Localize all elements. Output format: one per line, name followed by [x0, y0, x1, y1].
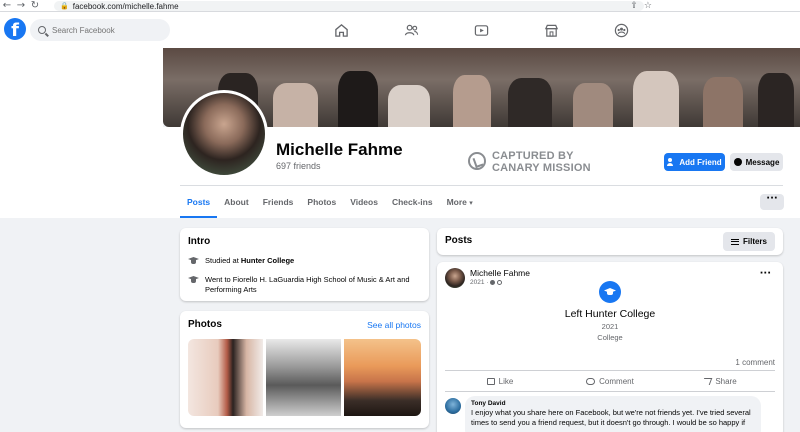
nav-friends[interactable] — [376, 20, 446, 40]
profile-name: Michelle Fahme — [276, 140, 403, 159]
intro-studied-row: Studied at Hunter College — [188, 256, 420, 266]
life-event-year: 2021 — [601, 322, 619, 331]
comment-bubble: Tony David I enjoy what you share here o… — [465, 396, 761, 432]
intro-title: Intro — [188, 236, 211, 247]
post-more-button[interactable]: ··· — [760, 268, 771, 279]
add-friend-label: Add Friend — [679, 157, 722, 167]
comment-button[interactable]: Comment — [555, 372, 665, 390]
address-bar-url: facebook.com/michelle.fahme — [72, 1, 179, 11]
tab-posts[interactable]: Posts — [180, 187, 218, 218]
tab-friends[interactable]: Friends — [256, 187, 301, 218]
address-bar[interactable]: 🔒 facebook.com/michelle.fahme — [54, 1, 644, 11]
filters-label: Filters — [742, 237, 767, 246]
comment-author[interactable]: Tony David — [471, 400, 755, 407]
post-card: Michelle Fahme 2021 · ··· Left Hunter Co… — [437, 262, 783, 432]
caret-down-icon: ▾ — [469, 199, 473, 207]
bookmark-star-icon[interactable]: ☆ — [644, 0, 652, 12]
search-icon — [38, 26, 46, 34]
search-input[interactable] — [52, 25, 162, 35]
tab-photos[interactable]: Photos — [300, 187, 343, 218]
intro-studied-prefix: Studied at — [205, 256, 241, 265]
facebook-top-bar: f — [0, 12, 800, 48]
nav-marketplace[interactable] — [516, 20, 586, 40]
tab-more-label: More — [446, 197, 467, 207]
stamp-line-2: CANARY MISSION — [492, 162, 591, 174]
nav-home[interactable] — [306, 20, 376, 40]
reload-icon[interactable]: ↻ — [28, 0, 42, 12]
post-author-name[interactable]: Michelle Fahme — [470, 268, 530, 278]
intro-went-to: Went to Fiorello H. LaGuardia High Schoo… — [205, 275, 410, 294]
add-friend-button[interactable]: Add Friend — [664, 153, 725, 171]
like-label: Like — [498, 376, 514, 386]
share-label: Share — [715, 376, 737, 386]
graduation-cap-icon — [188, 276, 199, 284]
groups-icon — [614, 23, 628, 37]
post-date[interactable]: 2021 · — [470, 279, 488, 286]
comment-count-link[interactable]: 1 comment — [735, 358, 775, 367]
see-all-photos-link[interactable]: See all photos — [367, 320, 421, 330]
share-button[interactable]: Share — [665, 372, 775, 390]
watch-icon — [474, 24, 488, 36]
intro-went-row: Went to Fiorello H. LaGuardia High Schoo… — [188, 275, 420, 295]
photo-thumbnail[interactable] — [266, 339, 341, 416]
filters-icon — [730, 238, 739, 245]
messenger-icon — [733, 158, 742, 166]
watermark-stamp: CAPTURED BY CANARY MISSION — [468, 150, 598, 174]
more-options-button[interactable]: ··· — [760, 194, 784, 210]
marketplace-icon — [544, 24, 558, 37]
posts-header-card: Posts Filters — [437, 228, 783, 255]
post-divider — [445, 391, 775, 392]
header-divider — [180, 185, 783, 186]
like-button[interactable]: Like — [445, 372, 555, 390]
tab-videos[interactable]: Videos — [343, 187, 385, 218]
share-icon — [702, 377, 713, 385]
share-page-icon[interactable]: ⇪ — [630, 0, 638, 12]
photo-thumbnail[interactable] — [344, 339, 421, 416]
like-icon — [486, 377, 495, 385]
facebook-logo-icon[interactable]: f — [4, 18, 26, 40]
tab-more[interactable]: More ▾ — [440, 187, 480, 218]
add-friend-icon — [667, 158, 675, 166]
intro-studied-school[interactable]: Hunter College — [241, 256, 294, 265]
comment-label: Comment — [599, 376, 634, 386]
friends-count[interactable]: 697 friends — [276, 161, 321, 171]
nav-watch[interactable] — [446, 20, 516, 40]
commenter-avatar[interactable] — [445, 398, 461, 414]
tab-check-ins[interactable]: Check-ins — [385, 187, 440, 218]
comment-text: I enjoy what you share here on Facebook,… — [471, 408, 751, 427]
nav-groups[interactable] — [586, 20, 656, 40]
profile-tabs: Posts About Friends Photos Videos Check-… — [180, 187, 480, 218]
posts-title: Posts — [445, 235, 473, 246]
comment-icon — [586, 377, 596, 385]
post-divider — [445, 370, 775, 371]
message-label: Message — [745, 157, 780, 167]
home-icon — [334, 23, 348, 37]
life-event-type: College — [597, 333, 623, 342]
message-button[interactable]: Message — [730, 153, 783, 171]
photo-thumbnail[interactable] — [188, 339, 263, 416]
globe-icon — [497, 280, 503, 285]
education-icon — [599, 281, 621, 303]
forward-icon[interactable]: → — [14, 0, 28, 12]
post-author-avatar[interactable] — [445, 268, 465, 288]
intro-card: Intro Studied at Hunter College Went to … — [180, 228, 429, 301]
browser-toolbar: ← → ↻ 🔒 facebook.com/michelle.fahme ⇪ ☆ — [0, 0, 800, 12]
life-event-title: Left Hunter College — [564, 308, 656, 320]
header-left-area — [0, 48, 163, 218]
post-meta: 2021 · — [470, 279, 503, 286]
filters-button[interactable]: Filters — [723, 232, 775, 251]
back-icon[interactable]: ← — [0, 0, 14, 12]
tab-about[interactable]: About — [217, 187, 256, 218]
lock-icon: 🔒 — [60, 2, 69, 10]
stamp-line-1: CAPTURED BY — [492, 150, 574, 162]
audience-icon — [490, 280, 496, 285]
photos-card: Photos See all photos — [180, 311, 429, 428]
search-box[interactable] — [30, 19, 170, 41]
graduation-cap-icon — [188, 257, 199, 265]
post-actions: Like Comment Share — [445, 372, 775, 390]
seal-icon — [468, 152, 486, 170]
photos-title: Photos — [188, 319, 222, 330]
profile-avatar[interactable] — [180, 90, 268, 178]
friends-icon — [404, 24, 418, 35]
